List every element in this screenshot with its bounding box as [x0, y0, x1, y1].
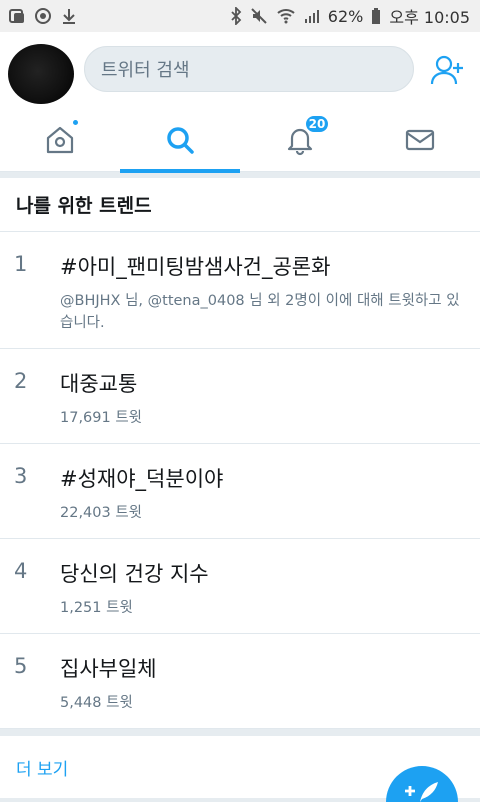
- add-user-button[interactable]: [428, 50, 468, 90]
- trend-rank: 3: [14, 464, 28, 488]
- mail-icon: [405, 129, 435, 151]
- trend-name: 집사부일체: [60, 657, 157, 681]
- trend-meta: 1,251 트윗: [60, 600, 133, 616]
- trend-meta: 5,448 트윗: [60, 695, 133, 711]
- tab-notifications[interactable]: 20: [240, 108, 360, 172]
- wifi-icon: [277, 9, 295, 24]
- trend-item[interactable]: 4 당신의 건강 지수 1,251 트윗: [0, 539, 480, 634]
- trend-meta: 17,691 트윗: [60, 410, 143, 426]
- trend-rank: 2: [14, 369, 28, 393]
- status-left-icons: [8, 7, 78, 25]
- clock: 오후 10:05: [389, 8, 470, 27]
- search-icon: [167, 127, 194, 154]
- trend-rank: 4: [14, 559, 28, 583]
- battery-icon: [372, 8, 381, 24]
- home-notification-dot: [71, 118, 80, 127]
- trend-name: 대중교통: [60, 372, 138, 396]
- tab-messages[interactable]: [360, 108, 480, 172]
- trend-list: 1 #아미_팬미팅밤샘사건_공론화 @BHJHX 님, @ttena_0408 …: [0, 232, 480, 729]
- status-bar: 62% 오후 10:05: [0, 0, 480, 32]
- download-icon: [63, 9, 75, 24]
- tab-bar: 20: [0, 108, 480, 173]
- mute-icon: [251, 8, 267, 24]
- camera-icon: [35, 8, 51, 24]
- search-placeholder: 트위터 검색: [101, 60, 190, 81]
- trend-item[interactable]: 3 #성재야_덕분이야 22,403 트윗: [0, 444, 480, 539]
- trend-name: #성재야_덕분이야: [60, 467, 224, 491]
- trend-meta: @BHJHX 님, @ttena_0408 님 외 2명이 이에 대해 트윗하고…: [60, 293, 460, 331]
- signal-icon: [304, 10, 319, 23]
- trend-item[interactable]: 2 대중교통 17,691 트윗: [0, 349, 480, 444]
- tab-home[interactable]: [0, 108, 120, 172]
- notification-badge: 20: [304, 114, 330, 134]
- tab-search[interactable]: [120, 108, 240, 173]
- trend-meta: 22,403 트윗: [60, 505, 143, 521]
- trend-name: #아미_팬미팅밤샘사건_공론화: [60, 255, 331, 279]
- avatar[interactable]: [8, 44, 74, 104]
- search-input[interactable]: 트위터 검색: [84, 46, 414, 92]
- trend-item[interactable]: 5 집사부일체 5,448 트윗: [0, 634, 480, 729]
- battery-percent: 62%: [327, 6, 364, 26]
- status-right-icons: 62% 오후 10:05: [230, 4, 470, 28]
- compose-feather-icon: [405, 782, 438, 802]
- trend-name: 당신의 건강 지수: [60, 562, 209, 586]
- trend-rank: 5: [14, 654, 28, 678]
- bluetooth-icon: [231, 7, 242, 25]
- home-icon: [46, 126, 74, 154]
- section-title: 나를 위한 트렌드: [0, 178, 480, 232]
- app-header: 트위터 검색: [0, 32, 480, 108]
- trend-item[interactable]: 1 #아미_팬미팅밤샘사건_공론화 @BHJHX 님, @ttena_0408 …: [0, 232, 480, 349]
- trend-rank: 1: [14, 252, 28, 276]
- app-icon: [9, 9, 24, 23]
- add-user-icon: [430, 55, 463, 85]
